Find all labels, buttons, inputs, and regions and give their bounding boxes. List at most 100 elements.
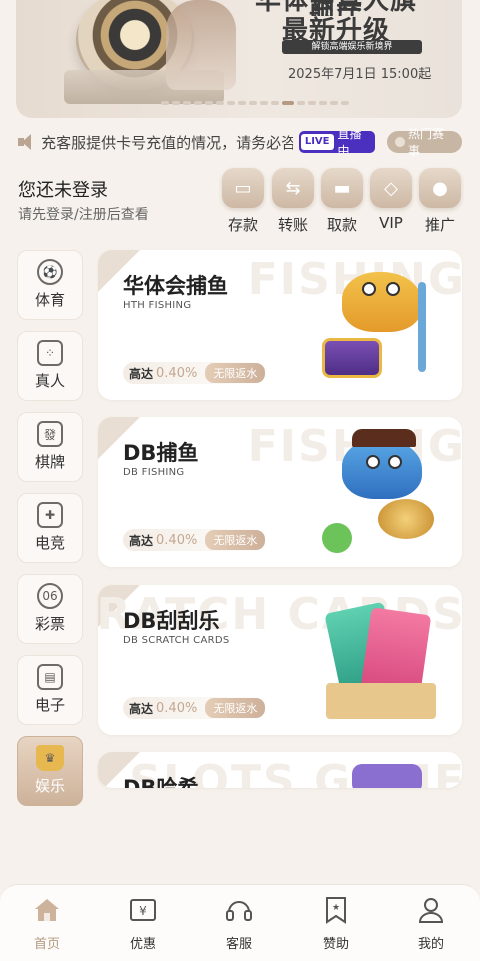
nav-sponsor[interactable]: ★ 赞助 [306,895,366,952]
carousel-dot[interactable] [172,101,180,105]
home-icon [32,895,62,925]
category-chess[interactable]: 發 棋牌 [17,412,83,482]
category-label: 体育 [34,291,65,309]
slot-machine-icon: ▤ [37,664,63,690]
soccer-ball-icon: ⚽ [37,259,63,285]
nav-label: 首页 [33,937,60,952]
game-title: DB哈希 [123,776,199,788]
game-title: DB刮刮乐 [123,609,220,633]
carousel-dot[interactable] [183,101,191,105]
carousel-dot[interactable] [216,101,224,105]
carousel-dot[interactable] [319,101,327,105]
rebate-prefix: 高达 [129,533,154,548]
carousel-dot[interactable] [297,101,305,105]
game-card-hth-fishing[interactable]: FISHING 华体会捕鱼 HTH FISHING 高达 0.40% 无限返水 [98,250,462,400]
game-card-db-hash[interactable]: SLOTS GAME DB哈希 [98,752,462,788]
carousel-dot[interactable] [161,101,169,105]
banner-date: 2025年7月1日 15:00起 [288,67,432,82]
crown-icon: ♛ [36,745,64,771]
carousel-dot[interactable] [341,101,349,105]
rebate-tag: 高达 0.40% 无限返水 [123,697,272,719]
carousel-dot[interactable] [227,101,235,105]
promo-banner[interactable]: 华体会真人旗舰厅 最新升级 解锁高端娱乐新境界 2025年7月1日 15:00起 [16,0,462,118]
coupon-icon: ¥ [128,895,158,925]
banner-model-image [166,0,236,90]
game-card-db-fishing[interactable]: FISHING DB捕鱼 DB FISHING 高达 0.40% 无限返水 [98,417,462,567]
game-subtitle: DB FISHING [123,467,185,478]
gamepad-icon: ✚ [37,502,63,528]
rebate-tag: 高达 0.40% 无限返水 [123,362,272,384]
category-slots[interactable]: ▤ 电子 [17,655,83,725]
rebate-percent: 0.40% [156,365,198,381]
nav-label: 优惠 [129,937,156,952]
carousel-dots[interactable] [161,101,349,105]
category-sports[interactable]: ⚽ 体育 [17,250,83,320]
rebate-percent: 0.40% [156,532,198,548]
promote-button[interactable]: ● 推广 [415,168,465,235]
category-label: 彩票 [34,615,65,633]
login-hint[interactable]: 请先登录/注册后查看 [18,204,149,224]
live-label: LIVE [300,134,334,150]
carousel-dot[interactable] [308,101,316,105]
game-card-db-scratch[interactable]: SCRATCH CARDS DB刮刮乐 DB SCRATCH CARDS 高达 … [98,585,462,735]
carousel-dot[interactable] [194,101,202,105]
bottom-nav: 首页 ¥ 优惠 客服 ★ 赞助 我的 [0,884,480,961]
headset-icon [224,895,254,925]
rebate-percent: 0.40% [156,700,198,716]
nav-label: 客服 [225,937,252,952]
game-title: DB捕鱼 [123,441,199,465]
nav-support[interactable]: 客服 [209,895,269,952]
rebate-prefix: 高达 [129,366,154,381]
dice-icon: ⁘ [37,340,63,366]
live-badge[interactable]: LIVE 直播中 [298,131,376,153]
withdraw-label: 取款 [326,216,357,234]
carousel-dot[interactable] [205,101,213,105]
category-esports[interactable]: ✚ 电竞 [17,493,83,563]
category-entertainment[interactable]: ♛ 娱乐 [17,736,83,806]
unlimited-rebate-label: 无限返水 [205,363,266,383]
hot-events-button[interactable]: 热门赛事 [387,127,462,158]
carousel-dot[interactable] [330,101,338,105]
vip-label: VIP [379,214,403,232]
profile-icon [416,895,446,925]
nav-home[interactable]: 首页 [17,895,77,952]
carousel-dot[interactable] [249,101,257,105]
category-lottery[interactable]: 06 彩票 [17,574,83,644]
carousel-dot[interactable] [260,101,268,105]
mahjong-tile-icon: 發 [37,421,63,447]
category-live[interactable]: ⁘ 真人 [17,331,83,401]
game-title: 华体会捕鱼 [123,274,228,298]
transfer-label: 转账 [277,216,308,234]
svg-text:★: ★ [332,903,340,913]
transfer-icon: ⇆ [272,168,314,208]
vip-button[interactable]: ◇ VIP [366,168,416,232]
carousel-dot[interactable] [238,101,246,105]
announcement-bar[interactable]: 充客服提供卡号充值的情况，请务必咨询 LIVE 直播中 热门赛事 [16,127,462,158]
transfer-button[interactable]: ⇆ 转账 [268,168,318,235]
nav-profile[interactable]: 我的 [401,895,461,952]
carousel-dot[interactable] [271,101,279,105]
carousel-dot-active[interactable] [282,101,294,105]
nav-label: 我的 [417,937,444,952]
svg-text:¥: ¥ [139,904,147,918]
nav-promotions[interactable]: ¥ 优惠 [113,895,173,952]
game-subtitle: HTH FISHING [123,300,192,311]
scratch-cards-image [322,597,442,725]
category-label: 棋牌 [34,453,65,471]
hot-events-label: 热门赛事 [407,127,444,158]
speaker-icon [16,133,37,151]
hash-game-image [352,764,422,788]
rebate-prefix: 高达 [129,701,154,716]
announcement-text[interactable]: 充客服提供卡号充值的情况，请务必咨询 [41,132,293,153]
unlimited-rebate-label: 无限返水 [205,530,266,550]
login-status-title[interactable]: 您还未登录 [18,176,108,202]
promote-user-icon: ● [419,168,461,208]
promote-label: 推广 [424,216,455,234]
game-subtitle: DB SCRATCH CARDS [123,635,230,646]
withdraw-icon: ▬ [321,168,363,208]
lottery-ball-icon: 06 [37,583,63,609]
banner-tagline: 解锁高端娱乐新境界 [282,40,422,54]
category-label: 电竞 [34,534,65,552]
deposit-button[interactable]: ▭ 存款 [218,168,268,235]
withdraw-button[interactable]: ▬ 取款 [317,168,367,235]
